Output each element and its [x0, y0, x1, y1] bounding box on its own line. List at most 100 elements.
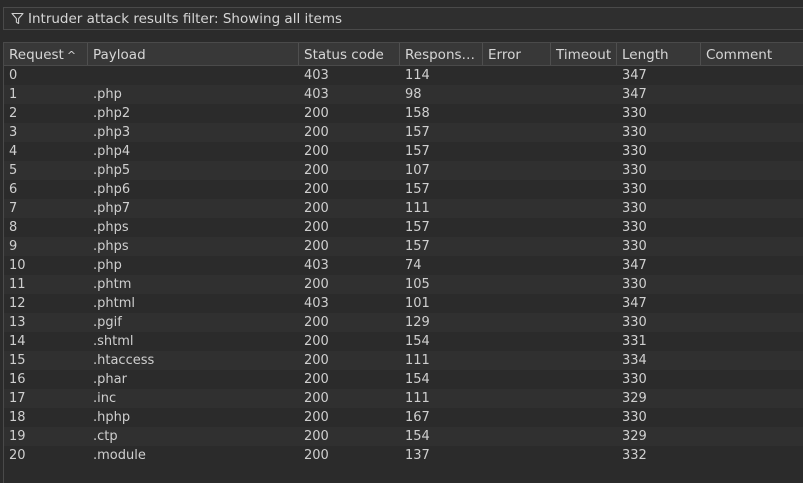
table-row[interactable]: 16 .phar 200 154 330 — [4, 370, 803, 389]
cell-status-code: 200 — [304, 220, 329, 235]
table-row[interactable]: 11 .phtm 200 105 330 — [4, 275, 803, 294]
table-row[interactable]: 7 .php7 200 111 330 — [4, 199, 803, 218]
cell-error — [483, 237, 551, 256]
column-header-response-received[interactable]: Respons… — [400, 43, 483, 65]
cell-response-received: 101 — [405, 296, 430, 311]
table-row[interactable]: 19 .ctp 200 154 329 — [4, 427, 803, 446]
cell-request: 0 — [9, 68, 18, 83]
results-table: Request ^ Payload Status code Respons… Er… — [3, 42, 803, 483]
table-row[interactable]: 5 .php5 200 107 330 — [4, 161, 803, 180]
cell-comment — [701, 313, 803, 332]
cell-response-received: 107 — [405, 163, 430, 178]
cell-response-received: 98 — [405, 87, 422, 102]
cell-request: 17 — [9, 391, 26, 406]
cell-length: 330 — [622, 239, 647, 254]
cell-status-code: 200 — [304, 448, 329, 463]
table-row[interactable]: 14 .shtml 200 154 331 — [4, 332, 803, 351]
column-header-length[interactable]: Length — [617, 43, 701, 65]
cell-length: 330 — [622, 182, 647, 197]
column-header-status-code[interactable]: Status code — [299, 43, 400, 65]
cell-error — [483, 294, 551, 313]
cell-request: 11 — [9, 277, 26, 292]
cell-length: 334 — [622, 353, 647, 368]
column-header-timeout[interactable]: Timeout — [551, 43, 617, 65]
cell-error — [483, 408, 551, 427]
results-filter-bar[interactable]: Intruder attack results filter: Showing … — [3, 7, 803, 30]
cell-payload: .php5 — [93, 163, 131, 178]
cell-length: 331 — [622, 334, 647, 349]
cell-timeout — [551, 446, 617, 465]
cell-response-received: 158 — [405, 106, 430, 121]
cell-timeout — [551, 104, 617, 123]
cell-request: 1 — [9, 87, 18, 102]
cell-response-received: 167 — [405, 410, 430, 425]
table-row[interactable]: 15 .htaccess 200 111 334 — [4, 351, 803, 370]
table-row[interactable]: 9 .phps 200 157 330 — [4, 237, 803, 256]
cell-comment — [701, 104, 803, 123]
cell-request: 8 — [9, 220, 18, 235]
cell-payload: .php — [93, 87, 122, 102]
filter-label: Intruder attack results filter: Showing … — [28, 10, 343, 27]
table-row[interactable]: 6 .php6 200 157 330 — [4, 180, 803, 199]
cell-request: 20 — [9, 448, 26, 463]
cell-request: 4 — [9, 144, 18, 159]
cell-response-received: 157 — [405, 220, 430, 235]
column-header-error[interactable]: Error — [483, 43, 551, 65]
table-row[interactable]: 10 .php 403 74 347 — [4, 256, 803, 275]
cell-response-received: 111 — [405, 353, 430, 368]
column-header-label: Status code — [304, 47, 384, 63]
cell-payload: .phps — [93, 239, 129, 254]
table-row[interactable]: 8 .phps 200 157 330 — [4, 218, 803, 237]
cell-status-code: 200 — [304, 334, 329, 349]
table-row[interactable]: 18 .hphp 200 167 330 — [4, 408, 803, 427]
cell-timeout — [551, 313, 617, 332]
cell-payload: .pgif — [93, 315, 122, 330]
cell-length: 329 — [622, 391, 647, 406]
cell-length: 347 — [622, 258, 647, 273]
table-row[interactable]: 4 .php4 200 157 330 — [4, 142, 803, 161]
cell-comment — [701, 408, 803, 427]
table-row[interactable]: 12 .phtml 403 101 347 — [4, 294, 803, 313]
cell-status-code: 403 — [304, 296, 329, 311]
cell-timeout — [551, 351, 617, 370]
table-row[interactable]: 17 .inc 200 111 329 — [4, 389, 803, 408]
cell-response-received: 129 — [405, 315, 430, 330]
table-row[interactable]: 20 .module 200 137 332 — [4, 446, 803, 465]
cell-error — [483, 199, 551, 218]
cell-timeout — [551, 408, 617, 427]
funnel-icon — [11, 12, 24, 25]
cell-response-received: 114 — [405, 68, 430, 83]
cell-error — [483, 256, 551, 275]
cell-request: 14 — [9, 334, 26, 349]
cell-timeout — [551, 370, 617, 389]
column-header-label: Length — [622, 47, 669, 63]
column-header-label: Payload — [93, 47, 146, 63]
cell-request: 16 — [9, 372, 26, 387]
cell-request: 10 — [9, 258, 26, 273]
cell-payload: .ctp — [93, 429, 118, 444]
cell-length: 330 — [622, 201, 647, 216]
cell-comment — [701, 446, 803, 465]
column-header-request[interactable]: Request ^ — [4, 43, 88, 65]
cell-comment — [701, 123, 803, 142]
table-row[interactable]: 3 .php3 200 157 330 — [4, 123, 803, 142]
cell-request: 6 — [9, 182, 18, 197]
cell-status-code: 200 — [304, 239, 329, 254]
cell-response-received: 157 — [405, 144, 430, 159]
cell-length: 330 — [622, 277, 647, 292]
cell-payload: .hphp — [93, 410, 131, 425]
table-row[interactable]: 13 .pgif 200 129 330 — [4, 313, 803, 332]
column-header-payload[interactable]: Payload — [88, 43, 299, 65]
table-row[interactable]: 0 403 114 347 — [4, 66, 803, 85]
cell-length: 329 — [622, 429, 647, 444]
cell-comment — [701, 275, 803, 294]
table-row[interactable]: 2 .php2 200 158 330 — [4, 104, 803, 123]
cell-error — [483, 66, 551, 85]
column-header-comment[interactable]: Comment — [701, 43, 803, 65]
cell-status-code: 403 — [304, 258, 329, 273]
cell-payload: .php6 — [93, 182, 131, 197]
cell-payload — [88, 66, 299, 85]
cell-error — [483, 218, 551, 237]
table-row[interactable]: 1 .php 403 98 347 — [4, 85, 803, 104]
cell-comment — [701, 370, 803, 389]
